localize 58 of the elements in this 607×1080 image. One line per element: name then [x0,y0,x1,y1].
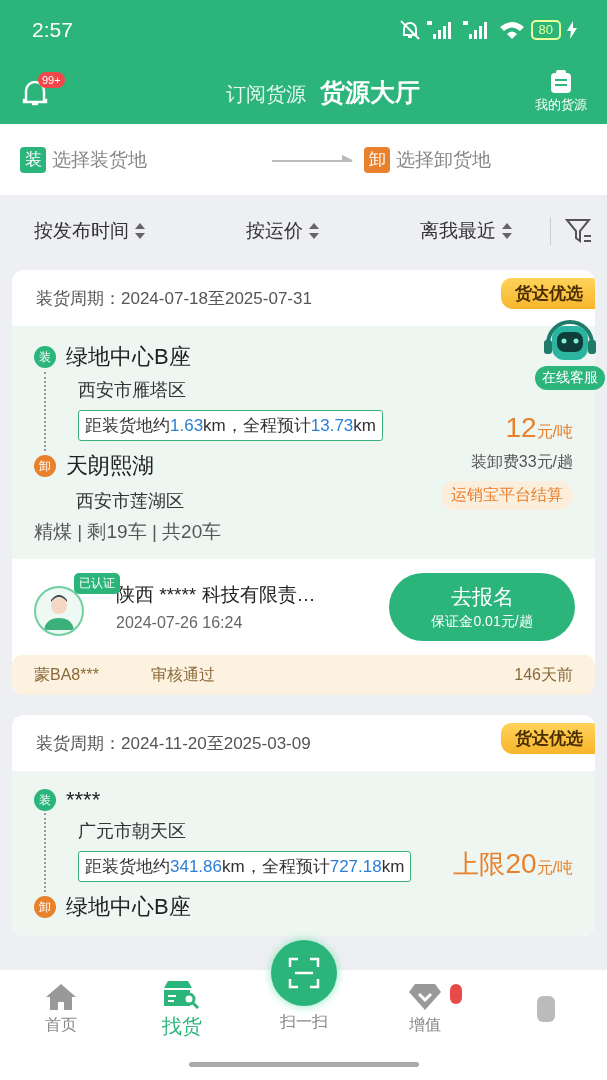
load-dot: 装 [34,346,56,368]
cargo-card[interactable]: 装货周期：2024-11-20至2025-03-09 货达优选 装 **** 广元市朝天区 距装货地约341.86km，全程预计727.18km 卸 绿地中心B座 上限20元/吨 [12,715,595,936]
loading-period: 装货周期：2024-11-20至2025-03-09 [36,732,311,755]
unload-dot: 卸 [34,455,56,477]
clock: 2:57 [32,18,73,42]
apply-button[interactable]: 去报名 保证金0.01元/趟 [389,573,575,641]
unload-dot: 卸 [34,896,56,918]
online-service-button[interactable]: 在线客服 [535,366,605,390]
freight-price: 12元/吨 [505,412,573,444]
sort-option[interactable]: 按发布时间 [34,218,145,244]
loading-district: 西安市雁塔区 [78,379,187,402]
sort-option[interactable]: 离我最近 [420,218,512,244]
distance-info: 距装货地约341.86km，全程预计727.18km [78,851,412,882]
home-indicator[interactable] [188,1061,419,1067]
unloading-place: 绿地中心B座 [66,893,191,921]
plate-number: 蒙BA8*** [34,664,99,685]
arrow-icon [272,154,354,165]
distance-info: 距装货地约1.63km，全程预计13.73km [78,410,383,441]
notification-count: 99+ [38,72,65,88]
header-tab[interactable]: 订阅货源 [225,80,306,108]
unloading-district: 西安市莲湖区 [76,491,184,511]
freight-price: 上限20元/吨 [453,847,573,881]
home-icon [44,982,77,1011]
unloading-place-field[interactable]: 卸 选择卸货地 [364,146,491,173]
load-dot: 装 [34,789,56,811]
my-cargo-link[interactable]: 我的货源 [535,96,587,114]
review-status: 审核通过 [150,664,216,685]
scan-icon [287,957,320,989]
nav-tab[interactable]: 找货 [121,970,243,1048]
premium-badge: 货达优选 [501,278,595,309]
loading-district: 广元市朝天区 [78,820,187,843]
filter-icon[interactable] [565,217,593,245]
charging-icon [567,21,577,39]
header-tab[interactable]: 货源大厅 [319,75,420,109]
publish-time: 2024-07-26 16:24 [116,614,244,632]
cargo-search-icon [164,978,201,1009]
nav-tab[interactable]: 增值 [364,970,486,1048]
nav-tab[interactable]: 首页 [0,970,122,1048]
loading-period: 装货周期：2024-07-18至2025-07-31 [36,287,312,310]
loading-place: 绿地中心B座 [66,343,191,371]
clipboard-icon[interactable] [550,70,572,94]
loading-place-field[interactable]: 装 选择装货地 [20,146,147,173]
wifi-icon [498,20,525,40]
premium-badge: 货达优选 [501,723,595,754]
loading-place: **** [66,787,101,813]
battery-level: 80 [530,20,561,40]
bell-muted-icon [398,19,421,41]
sort-icon [135,222,145,240]
sort-icon [502,222,512,240]
handling-fee: 装卸费33元/趟 [470,452,573,472]
time-ago: 146天前 [514,664,573,685]
diamond-icon [407,982,442,1011]
scan-tab[interactable]: 扫一扫 [242,940,365,1048]
settlement-tag: 运销宝平台结算 [441,481,573,510]
sort-option[interactable]: 按运价 [246,218,319,244]
cargo-summary: 精煤 | 剩19车 | 共20车 [34,520,223,544]
unloading-place: 天朗熙湖 [66,452,154,480]
sort-icon [309,222,319,240]
